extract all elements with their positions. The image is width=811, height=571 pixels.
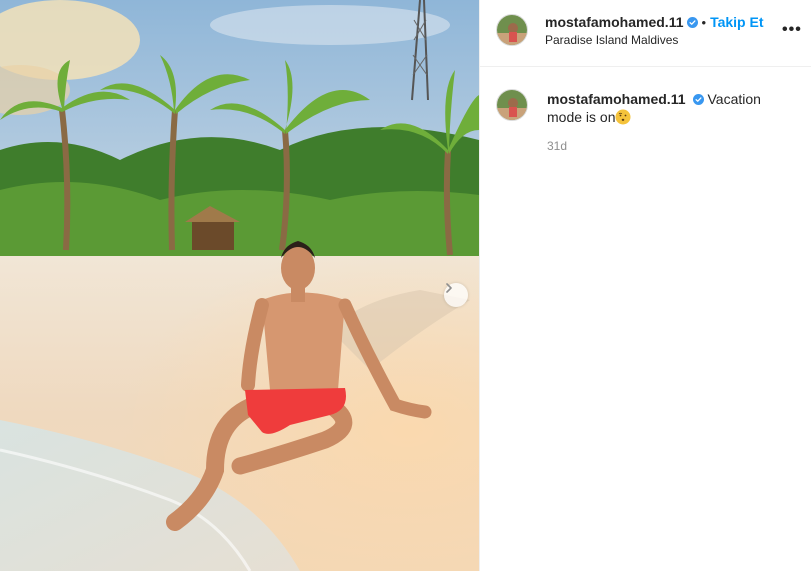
post-photo[interactable]: [0, 0, 479, 571]
caption-author-username[interactable]: mostafamohamed.11: [547, 91, 686, 107]
beach-photo: [0, 0, 479, 571]
separator-dot: •: [701, 14, 707, 30]
post-location[interactable]: Paradise Island Maldives: [545, 33, 678, 47]
post-timestamp[interactable]: 31d: [547, 139, 567, 153]
author-avatar[interactable]: [496, 14, 528, 46]
avatar-image: [497, 90, 527, 120]
post-header: mostafamohamed.11 • Takip Et Paradise Is…: [480, 0, 811, 67]
shushing-face-emoji: [615, 109, 631, 125]
author-username[interactable]: mostafamohamed.11: [545, 14, 684, 30]
follow-button[interactable]: Takip Et: [710, 14, 763, 30]
caption-author-avatar[interactable]: [496, 89, 528, 121]
chevron-right-icon: [446, 283, 452, 293]
post-details-panel: mostafamohamed.11 • Takip Et Paradise Is…: [479, 0, 811, 571]
more-options-icon[interactable]: •••: [782, 21, 802, 39]
avatar-image: [497, 15, 527, 45]
caption-text-block: mostafamohamed.11 Vacation mode is on: [547, 90, 782, 126]
verified-badge-icon: [686, 16, 698, 28]
next-image-button[interactable]: [444, 283, 468, 307]
verified-badge-icon: [692, 94, 704, 105]
